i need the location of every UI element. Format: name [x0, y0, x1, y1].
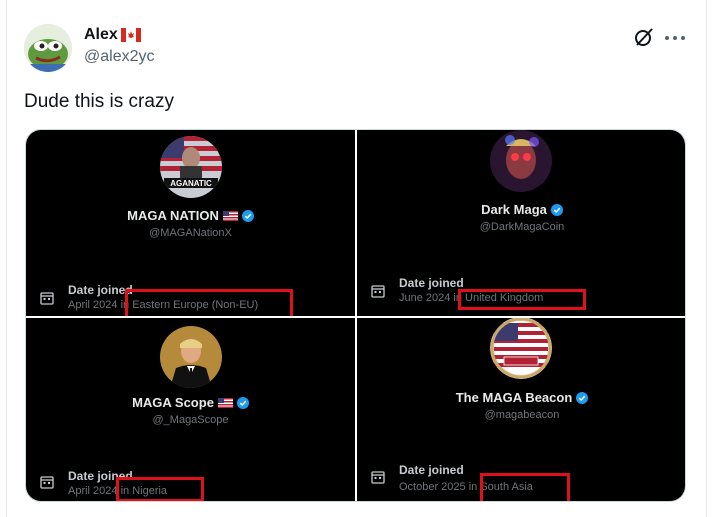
more-options-icon[interactable]	[665, 28, 685, 48]
date-joined-label: Date joined	[68, 283, 133, 297]
calendar-icon	[40, 476, 54, 489]
account-name: MAGA NATION	[26, 208, 355, 223]
account-card: The MAGA Beacon @magabeacon Date joined …	[357, 318, 685, 501]
author-handle[interactable]: @alex2yc	[84, 48, 155, 66]
location-highlight-box	[125, 289, 293, 316]
avatar	[490, 130, 552, 192]
account-name-text: Dark Maga	[481, 202, 547, 217]
account-name-text: The MAGA Beacon	[455, 390, 573, 405]
canada-flag-icon	[120, 28, 141, 42]
grok-icon[interactable]	[633, 26, 655, 48]
media-image[interactable]: AGANATIC MAGA NATION @MAGANationX Date j…	[25, 129, 686, 502]
verified-badge-icon	[576, 391, 589, 404]
author-avatar[interactable]	[24, 24, 72, 72]
location-highlight-box	[480, 473, 570, 501]
account-handle: @magabeacon	[484, 409, 560, 421]
date-joined-label: Date joined	[399, 463, 464, 477]
location-highlight-box	[458, 289, 586, 310]
account-name-text: MAGA NATION	[127, 208, 219, 223]
author-name[interactable]: Alex	[84, 26, 155, 44]
avatar	[160, 326, 222, 388]
account-name: Dark Maga	[357, 202, 685, 217]
account-handle: @DarkMagaCoin	[479, 221, 565, 233]
us-flag-icon	[222, 210, 238, 221]
account-card: MAGA Scope @_MagaScope Date joined April…	[26, 318, 355, 501]
date-joined-label: Date joined	[399, 276, 464, 290]
account-card: Dark Maga @DarkMagaCoin Date joined June…	[357, 130, 685, 316]
author-block: Alex @alex2yc	[84, 26, 155, 66]
verified-badge-icon	[550, 203, 563, 216]
account-name: MAGA Scope	[26, 395, 355, 410]
author-name-text[interactable]: Alex	[84, 26, 118, 44]
account-handle: @MAGANationX	[149, 227, 232, 239]
us-flag-icon	[217, 397, 233, 408]
calendar-icon	[40, 292, 54, 305]
location-highlight-box	[116, 477, 204, 501]
account-card: AGANATIC MAGA NATION @MAGANationX Date j…	[26, 130, 355, 316]
calendar-icon	[371, 285, 385, 298]
verified-badge-icon	[236, 396, 249, 409]
account-handle: @_MagaScope	[152, 414, 229, 426]
avatar: AGANATIC	[160, 136, 222, 198]
account-name: The MAGA Beacon	[357, 390, 685, 405]
verified-badge-icon	[241, 209, 254, 222]
post-text: Dude this is crazy	[24, 91, 174, 112]
svg-text:AGANATIC: AGANATIC	[170, 179, 212, 188]
account-name-text: MAGA Scope	[132, 395, 214, 410]
avatar	[490, 318, 552, 379]
calendar-icon	[371, 471, 385, 484]
